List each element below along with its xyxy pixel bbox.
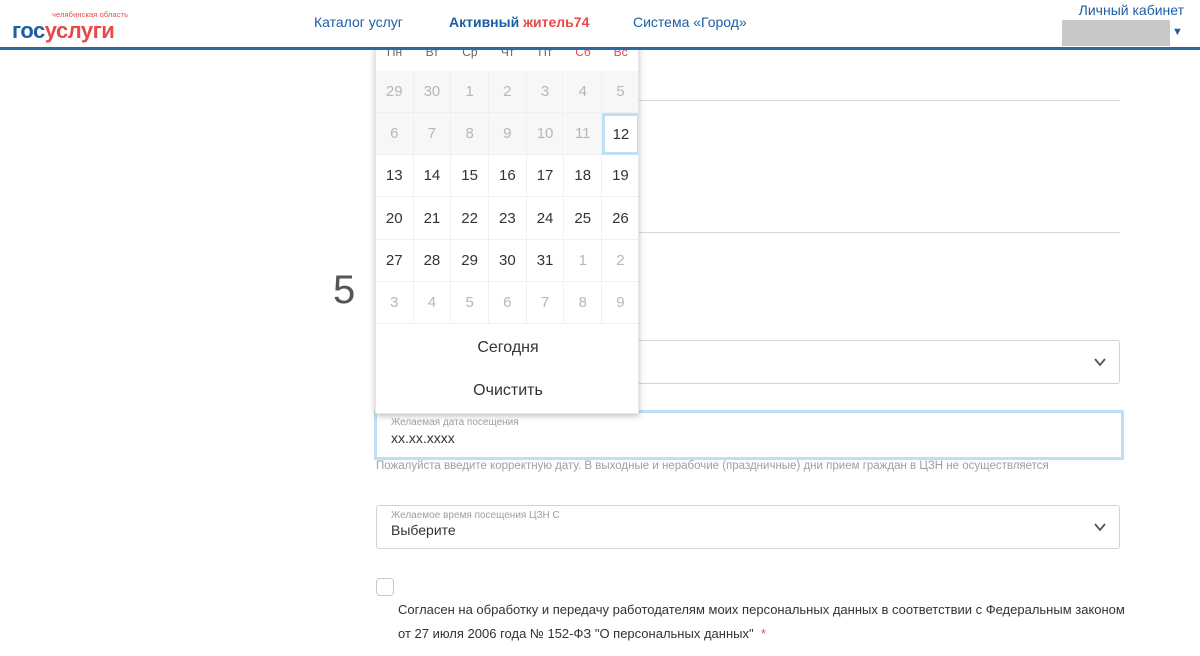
visit-time-value: Выберите [391, 522, 456, 538]
calendar-day[interactable]: 6 [489, 282, 527, 324]
calendar-day[interactable]: 5 [602, 71, 638, 113]
visit-time-select[interactable]: Желаемое время посещения ЦЗН С Выберите [376, 505, 1120, 549]
date-picker-popup: Пн Вт Ср Чт Пт Сб Вс 29 30 1 2 3 4 5 6 7 8 9 10 11 12 13 14 15… [375, 38, 639, 414]
calendar-day[interactable]: 3 [526, 71, 565, 113]
calendar-day[interactable]: 14 [413, 155, 452, 198]
clear-button[interactable]: Очистить [376, 382, 638, 400]
calendar-day[interactable]: 6 [376, 113, 414, 156]
calendar-day[interactable]: 18 [564, 155, 602, 198]
calendar-day[interactable]: 16 [489, 155, 527, 198]
calendar-day[interactable]: 10 [526, 113, 565, 156]
calendar-day[interactable]: 1 [564, 239, 602, 282]
top-header: челябинская область госуслуги Каталог ус… [0, 0, 1200, 50]
calendar-day[interactable]: 7 [526, 282, 565, 324]
calendar-day[interactable]: 29 [451, 239, 489, 282]
calendar-day[interactable]: 20 [376, 197, 414, 240]
calendar-day[interactable]: 13 [376, 155, 414, 198]
logo-uslugi: услуги [44, 18, 115, 43]
calendar-day[interactable]: 15 [451, 155, 489, 198]
form-divider [638, 232, 1120, 233]
calendar-day[interactable]: 8 [451, 113, 489, 156]
calendar-day[interactable]: 7 [413, 113, 452, 156]
required-asterisk: * [760, 626, 766, 641]
logo-gos: гос [12, 18, 45, 43]
calendar-day[interactable]: 31 [526, 239, 565, 282]
visit-date-value: xx.xx.xxxx [391, 430, 455, 446]
calendar-day[interactable]: 1 [451, 71, 489, 113]
gosuslugi-logo[interactable]: челябинская область госуслуги [12, 8, 152, 44]
calendar-day[interactable]: 19 [602, 155, 638, 198]
nav-active-part2: житель74 [523, 14, 590, 30]
calendar-day[interactable]: 29 [376, 71, 414, 113]
form-divider [638, 100, 1120, 101]
calendar-day[interactable]: 17 [526, 155, 565, 198]
calendar-day[interactable]: 11 [564, 113, 602, 156]
consent-text: Согласен на обработку и передачу работод… [398, 598, 1128, 646]
personal-cabinet-link[interactable]: Личный кабинет [1079, 2, 1184, 18]
calendar-day[interactable]: 5 [451, 282, 489, 324]
calendar-day[interactable]: 26 [602, 198, 638, 240]
calendar-day[interactable]: 28 [413, 239, 452, 282]
calendar-day[interactable]: 9 [489, 113, 527, 156]
nav-active-resident-link[interactable]: Активный житель74 [449, 14, 589, 30]
calendar-day[interactable]: 2 [489, 71, 527, 113]
calendar-day[interactable]: 22 [451, 197, 489, 240]
visit-date-label: Желаемая дата посещения [391, 417, 519, 428]
calendar-day[interactable]: 4 [413, 282, 452, 324]
calendar-day[interactable]: 21 [413, 197, 452, 240]
user-menu-caret-icon[interactable]: ▼ [1172, 26, 1183, 38]
calendar-day[interactable]: 2 [602, 240, 638, 282]
consent-checkbox[interactable] [376, 578, 394, 596]
nav-active-part1: Активный [449, 14, 524, 30]
visit-date-input[interactable]: Желаемая дата посещения xx.xx.xxxx [374, 410, 1124, 460]
calendar-day[interactable]: 3 [376, 282, 414, 324]
today-button[interactable]: Сегодня [376, 339, 638, 357]
calendar-day[interactable]: 25 [564, 197, 602, 240]
calendar-day[interactable]: 8 [564, 282, 602, 324]
chevron-down-icon [1094, 523, 1106, 532]
calendar-day[interactable]: 4 [564, 71, 602, 113]
user-name-redacted[interactable] [1062, 20, 1170, 46]
visit-date-hint: Пожалуйста введите корректную дату. В вы… [376, 460, 1049, 472]
calendar-day[interactable]: 30 [413, 71, 452, 113]
calendar-day[interactable]: 30 [489, 239, 527, 282]
calendar-day[interactable]: 23 [489, 197, 527, 240]
visit-time-label: Желаемое время посещения ЦЗН С [391, 510, 560, 521]
calendar-day[interactable]: 27 [376, 239, 414, 282]
chevron-down-icon [1094, 358, 1106, 367]
calendar-day[interactable]: 12 [602, 113, 638, 156]
calendar-day[interactable]: 9 [602, 282, 638, 324]
nav-catalog-link[interactable]: Каталог услуг [314, 14, 403, 30]
logo-text: госуслуги [12, 18, 115, 44]
step-number: 5 [333, 268, 356, 312]
nav-city-system-link[interactable]: Система «Город» [633, 14, 747, 30]
calendar-day[interactable]: 24 [526, 197, 565, 240]
